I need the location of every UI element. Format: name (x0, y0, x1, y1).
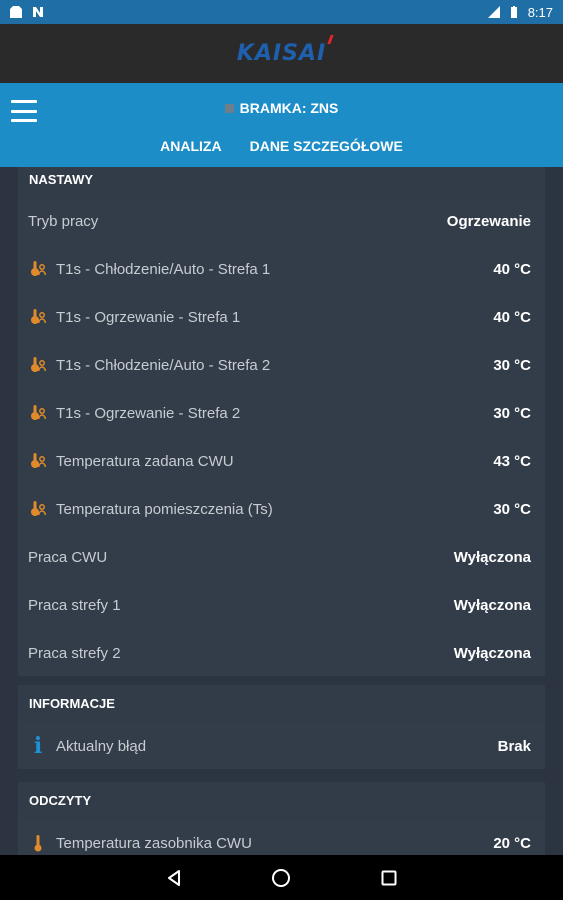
system-nav-bar (0, 855, 563, 900)
setting-row-praca-cwu[interactable]: Praca CWU Wyłączona (18, 534, 545, 580)
section-title: INFORMACJE (29, 695, 115, 711)
status-dot-icon (224, 103, 234, 113)
tab-bar: ANALIZA DANE SZCZEGÓŁOWE (0, 138, 563, 154)
section-odczyty: ODCZYTY Temperatura zasobnika CWU 20 °C (18, 782, 545, 855)
section-title: ODCZYTY (29, 792, 92, 808)
setting-row-t1s-chlodzenie-strefa2[interactable]: T1s - Chłodzenie/Auto - Strefa 2 30 °C (18, 342, 545, 388)
reading-row-temperatura-zasobnika[interactable]: Temperatura zasobnika CWU 20 °C (18, 820, 545, 855)
thermometer-person-icon (28, 451, 48, 471)
setting-row-t1s-ogrzewanie-strefa2[interactable]: T1s - Ogrzewanie - Strefa 2 30 °C (18, 390, 545, 436)
clock: 8:17 (527, 4, 553, 20)
signal-icon (487, 6, 500, 18)
setting-row-tryb-pracy[interactable]: Tryb pracy Ogrzewanie (18, 198, 545, 244)
tab-analiza[interactable]: ANALIZA (158, 138, 223, 154)
n-notification-icon (33, 7, 43, 17)
thermometer-person-icon (28, 499, 48, 519)
tab-dane-szczegolowe[interactable]: DANE SZCZEGÓŁOWE (248, 138, 405, 154)
thermometer-icon (28, 833, 48, 853)
recents-icon[interactable] (377, 866, 401, 890)
back-icon[interactable] (162, 866, 186, 890)
app-bar: BRAMKA: ZNS ANALIZA DANE SZCZEGÓŁOWE (0, 83, 563, 167)
setting-row-temperatura-pomieszczenia[interactable]: Temperatura pomieszczenia (Ts) 30 °C (18, 486, 545, 532)
section-informacje: INFORMACJE i Aktualny błąd Brak (18, 685, 545, 769)
setting-row-t1s-chlodzenie-strefa1[interactable]: T1s - Chłodzenie/Auto - Strefa 1 40 °C (18, 246, 545, 292)
section-title: NASTAWY (29, 171, 94, 187)
status-bar: 8:17 (0, 0, 563, 24)
section-nastawy: NASTAWY Tryb pracy Ogrzewanie T1s - Chło… (18, 167, 545, 676)
gateway-label: BRAMKA: ZNS (239, 100, 339, 116)
info-row-aktualny-blad[interactable]: i Aktualny błąd Brak (18, 723, 545, 769)
setting-row-praca-strefy-1[interactable]: Praca strefy 1 Wyłączona (18, 582, 545, 628)
gateway-title: BRAMKA: ZNS (0, 100, 563, 116)
brand-bar: KAISAI (0, 24, 563, 83)
thermometer-person-icon (28, 259, 48, 279)
setting-row-temperatura-zadana-cwu[interactable]: Temperatura zadana CWU 43 °C (18, 438, 545, 484)
kaisai-logo: KAISAI (237, 35, 334, 66)
info-icon: i (33, 733, 43, 759)
setting-row-t1s-ogrzewanie-strefa1[interactable]: T1s - Ogrzewanie - Strefa 1 40 °C (18, 294, 545, 340)
home-icon[interactable] (269, 866, 293, 890)
thermometer-person-icon (28, 307, 48, 327)
thermometer-person-icon (28, 355, 48, 375)
setting-row-praca-strefy-2[interactable]: Praca strefy 2 Wyłączona (18, 630, 545, 676)
content-scroll[interactable]: NASTAWY Tryb pracy Ogrzewanie T1s - Chło… (0, 167, 563, 855)
battery-icon (510, 6, 517, 18)
sd-card-icon (10, 6, 22, 18)
thermometer-person-icon (28, 403, 48, 423)
